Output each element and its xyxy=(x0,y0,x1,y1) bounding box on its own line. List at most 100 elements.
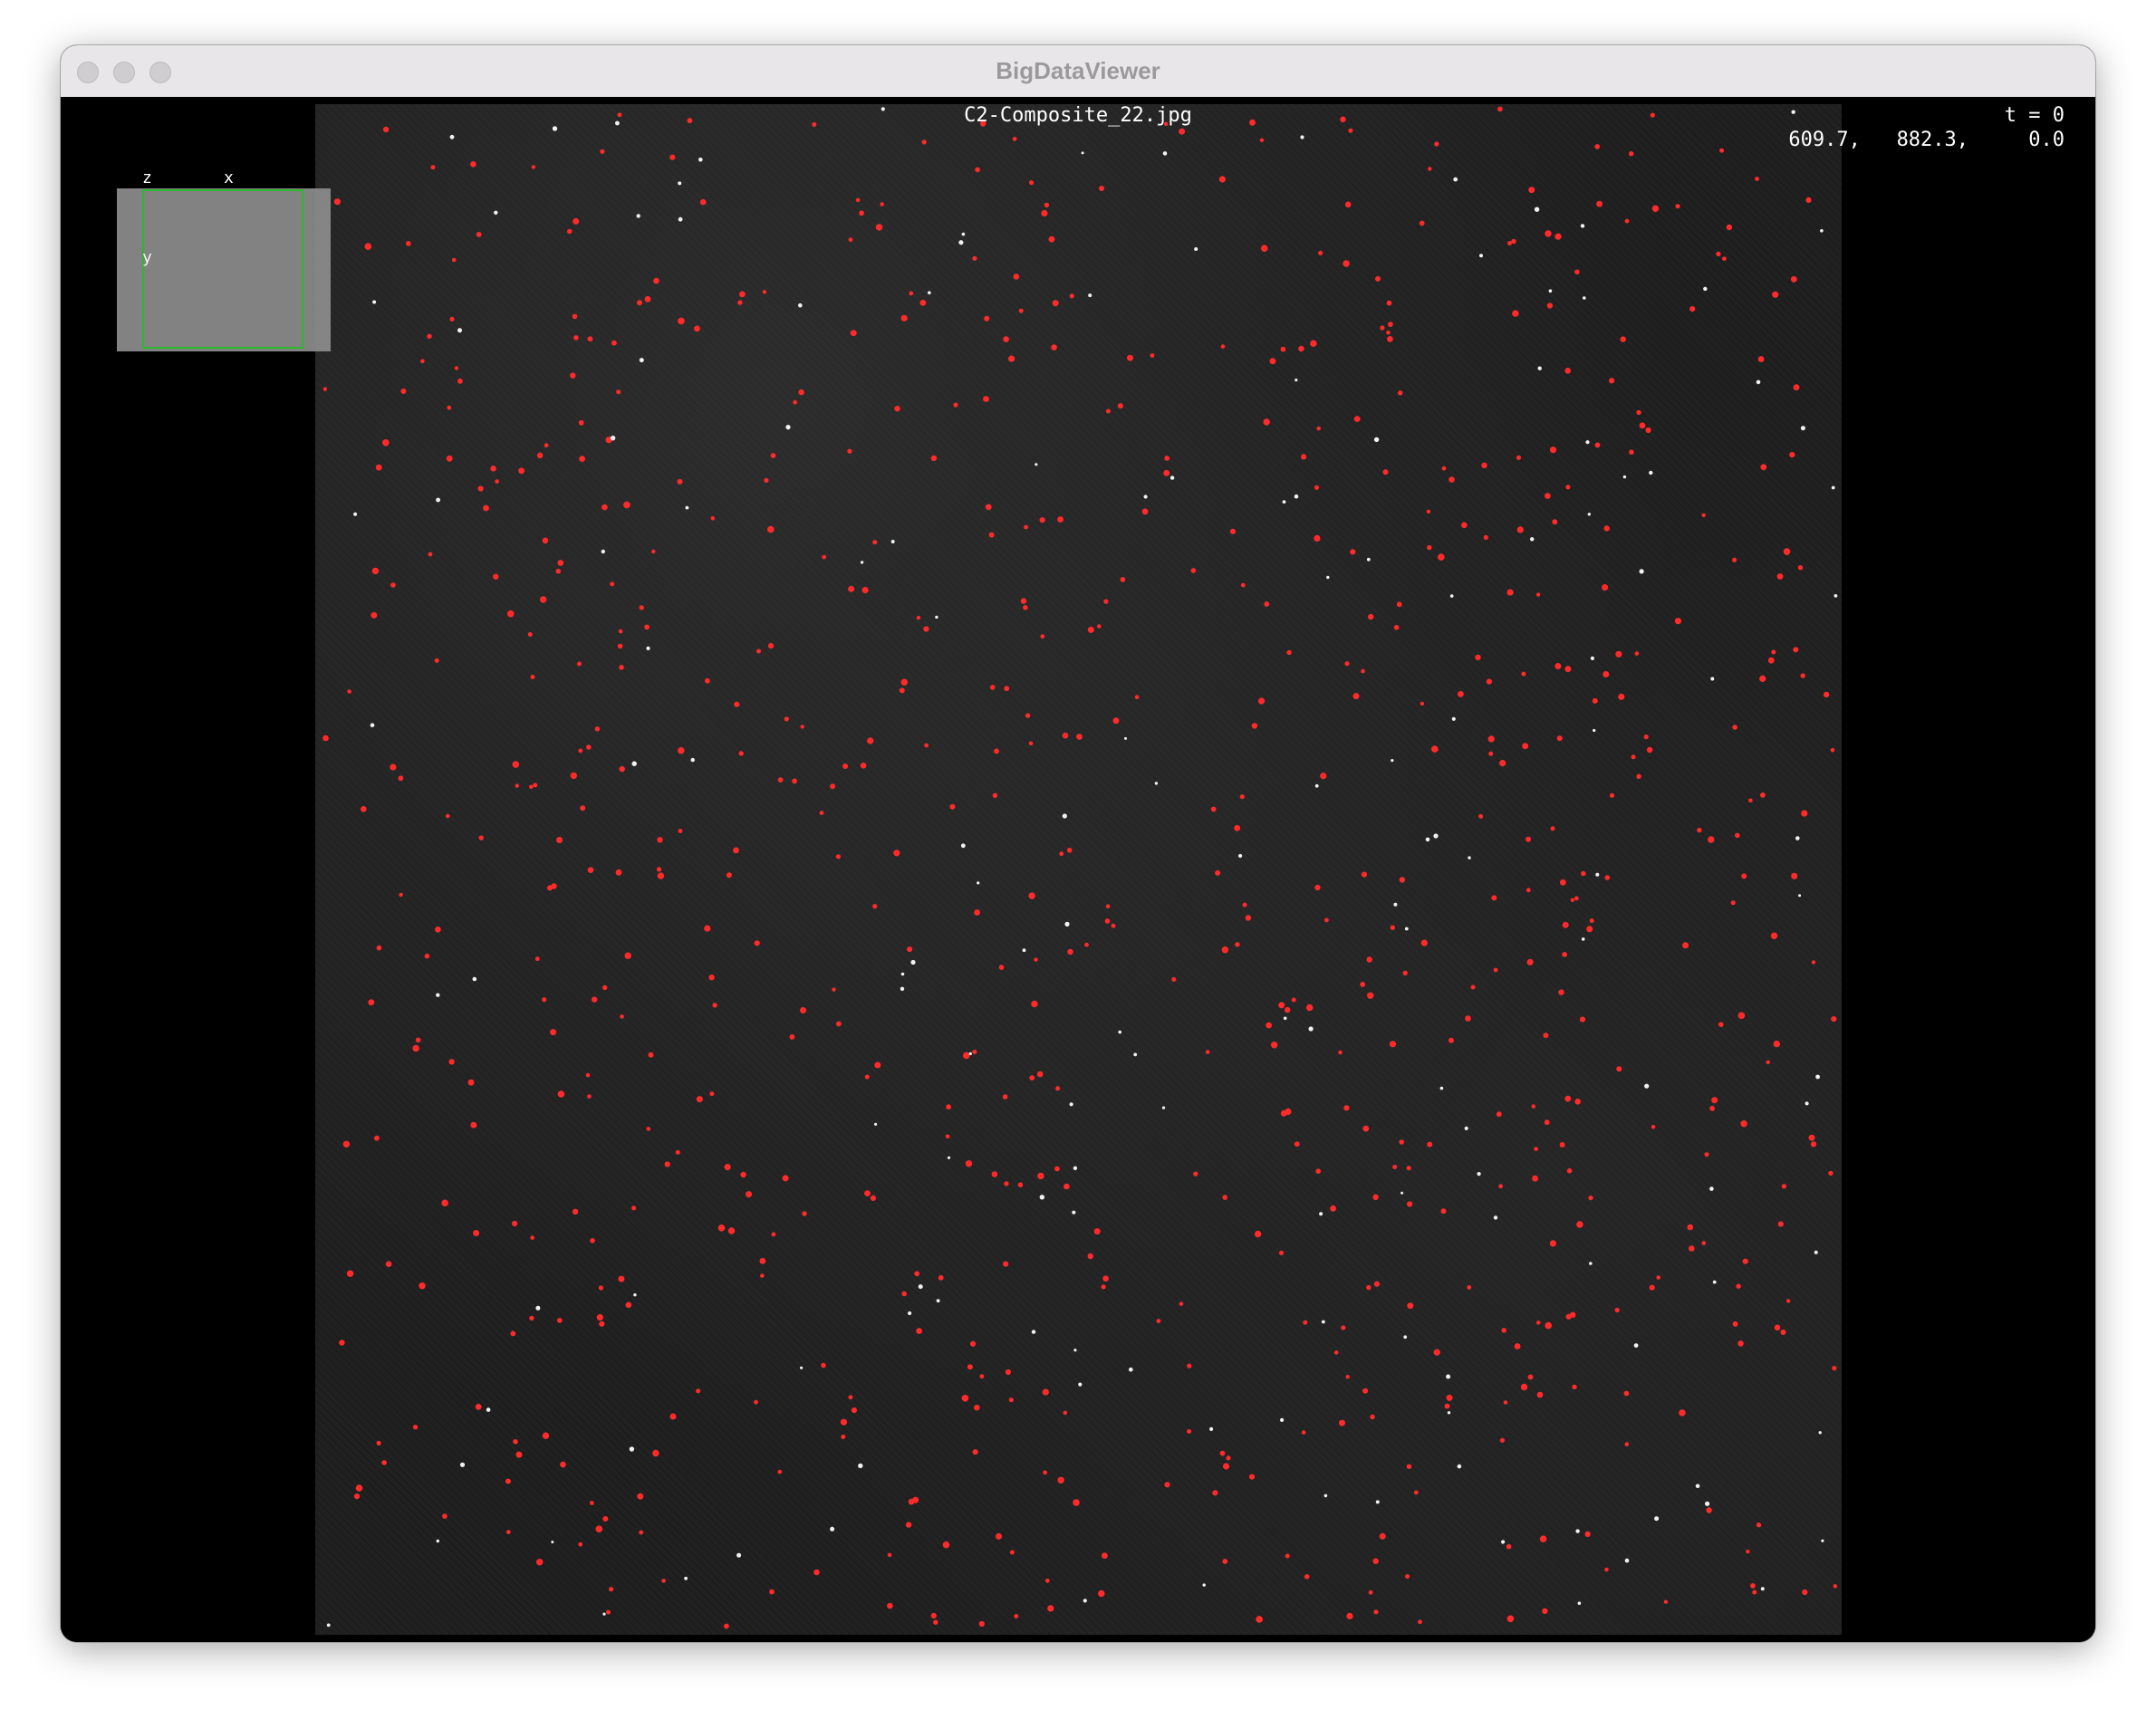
detected-spot xyxy=(1310,340,1317,347)
detected-spot xyxy=(1099,186,1104,191)
detected-spot xyxy=(355,1484,363,1492)
detected-spot xyxy=(836,1021,842,1027)
detected-spot xyxy=(1732,725,1737,730)
bright-pixel xyxy=(1834,594,1838,598)
detected-spot xyxy=(483,504,489,512)
bright-pixel xyxy=(1577,1601,1582,1605)
detected-spot xyxy=(1748,798,1753,803)
detected-spot xyxy=(1382,469,1389,475)
bright-pixel xyxy=(1280,1417,1285,1422)
detected-spot xyxy=(767,525,775,533)
detected-spot xyxy=(602,1516,609,1522)
detected-spot xyxy=(901,1291,907,1297)
detected-spot xyxy=(1562,921,1569,928)
detected-spot xyxy=(1636,409,1641,416)
detected-spot xyxy=(989,685,996,690)
bright-pixel xyxy=(1194,247,1198,251)
detected-spot xyxy=(1427,1141,1433,1148)
detected-spot xyxy=(1314,534,1321,542)
detected-spot xyxy=(596,1314,603,1321)
detected-spot xyxy=(984,315,990,322)
detected-spot xyxy=(512,761,520,768)
detected-spot xyxy=(1558,989,1564,995)
detected-spot xyxy=(616,389,621,395)
detected-spot xyxy=(1051,344,1057,351)
detected-spot xyxy=(1701,513,1706,517)
navigator-box[interactable]: y xyxy=(117,188,331,351)
detected-spot xyxy=(1536,1391,1544,1398)
bright-pixel xyxy=(1326,575,1330,580)
detected-spot xyxy=(451,257,457,263)
detected-spot xyxy=(694,325,700,332)
bright-pixel xyxy=(636,214,640,218)
detected-spot xyxy=(669,1413,677,1420)
detected-spot xyxy=(914,1271,920,1277)
detected-spot xyxy=(979,1374,985,1379)
detected-spot xyxy=(771,1232,776,1237)
bright-pixel xyxy=(1798,894,1802,898)
detected-spot xyxy=(573,335,579,341)
bright-pixel xyxy=(1319,1212,1323,1216)
title-bar[interactable]: BigDataViewer xyxy=(61,45,2095,98)
bright-pixel xyxy=(1622,475,1627,479)
detected-spot xyxy=(907,946,913,953)
detected-spot xyxy=(412,1044,419,1052)
viewer-canvas[interactable]: C2-Composite_22.jpg t = 0 609.7, 882.3, … xyxy=(61,97,2095,1642)
detected-spot xyxy=(949,803,956,810)
detected-spot xyxy=(1554,233,1562,240)
detected-spot xyxy=(848,585,855,592)
detected-spot xyxy=(419,1282,426,1290)
detected-spot xyxy=(1609,378,1615,384)
detected-spot xyxy=(1009,1550,1015,1555)
detected-spot xyxy=(536,452,544,458)
bright-pixel xyxy=(1654,1516,1660,1522)
detected-spot xyxy=(656,867,662,872)
timepoint-label: t = 0 xyxy=(2004,104,2065,127)
detected-spot xyxy=(322,387,328,391)
detected-spot xyxy=(1507,241,1512,245)
detected-spot xyxy=(1029,1075,1035,1080)
detected-spot xyxy=(1604,1567,1609,1572)
detected-spot xyxy=(1521,671,1526,677)
bright-pixel xyxy=(1644,1083,1650,1089)
detected-spot xyxy=(1810,1141,1817,1148)
detected-spot xyxy=(631,1205,637,1211)
detected-spot xyxy=(529,1315,534,1321)
detected-spot xyxy=(1444,1403,1450,1409)
detected-spot xyxy=(1219,1450,1226,1456)
detected-spot xyxy=(1057,516,1064,523)
detected-spot xyxy=(1339,1419,1345,1426)
detected-spot xyxy=(978,1620,985,1628)
bright-pixel xyxy=(947,1156,951,1159)
detected-spot xyxy=(1101,1284,1106,1290)
detected-spot xyxy=(577,661,582,667)
detected-spot xyxy=(1226,1455,1231,1461)
detected-spot xyxy=(594,726,601,732)
detected-spot xyxy=(756,648,761,654)
detected-spot xyxy=(529,784,534,790)
detected-spot xyxy=(550,1029,557,1036)
detected-spot xyxy=(1134,695,1140,699)
detected-spot xyxy=(832,987,836,992)
detected-spot xyxy=(1465,1015,1471,1022)
detected-spot xyxy=(1066,848,1073,853)
detected-spot xyxy=(1360,982,1366,987)
bright-pixel xyxy=(874,1122,878,1126)
detected-spot xyxy=(1367,992,1374,999)
detected-spot xyxy=(473,1230,480,1236)
detected-spot xyxy=(1512,310,1519,317)
bright-pixel xyxy=(1449,594,1454,598)
bright-pixel xyxy=(1815,1074,1820,1080)
detected-spot xyxy=(587,1094,592,1099)
detected-spot xyxy=(972,255,977,261)
navigator-current-view[interactable] xyxy=(142,189,303,349)
detected-spot xyxy=(405,241,411,246)
detected-spot xyxy=(1531,1104,1536,1109)
bright-pixel xyxy=(1433,833,1439,839)
bright-pixel xyxy=(1072,1210,1076,1215)
detected-spot xyxy=(782,1175,789,1182)
detected-spot xyxy=(602,504,608,511)
detected-spot xyxy=(657,872,665,879)
detected-spot xyxy=(1222,1559,1228,1564)
bright-pixel xyxy=(1633,1343,1639,1348)
